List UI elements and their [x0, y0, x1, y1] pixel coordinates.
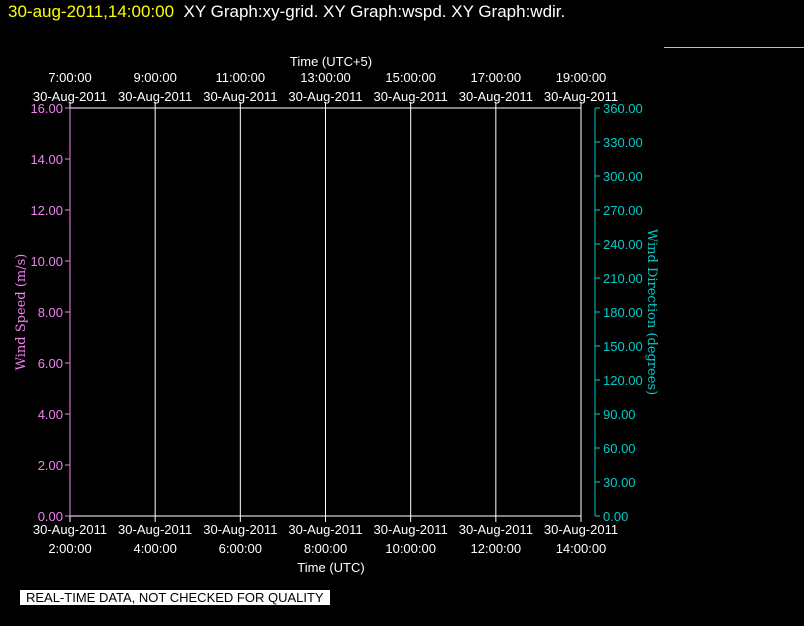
x-top-tick-time: 13:00:00 — [300, 70, 351, 85]
x-bottom-tick-time: 6:00:00 — [219, 541, 262, 556]
y-right-tick-label: 60.00 — [603, 441, 636, 456]
y-left-tick-label: 14.00 — [30, 152, 63, 167]
y-axis-right-label: Wind Direction (degrees) — [644, 229, 659, 395]
x-top-tick-date: 30-Aug-2011 — [374, 89, 448, 104]
y-right-tick-label: 300.00 — [603, 169, 643, 184]
x-top-tick-date: 30-Aug-2011 — [459, 89, 533, 104]
y-right-tick-label: 90.00 — [603, 407, 636, 422]
y-axis-left-label: Wind Speed (m/s) — [14, 254, 29, 371]
x-bottom-tick-time: 10:00:00 — [385, 541, 436, 556]
y-left-tick-label: 6.00 — [38, 356, 63, 371]
x-bottom-tick-date: 30-Aug-2011 — [33, 522, 107, 537]
y-right-tick-label: 30.00 — [603, 475, 636, 490]
y-right-tick-label: 360.00 — [603, 101, 643, 116]
x-top-tick-date: 30-Aug-2011 — [118, 89, 192, 104]
y-left-tick-label: 0.00 — [38, 509, 63, 524]
y-left-tick-label: 16.00 — [30, 101, 63, 116]
y-right-tick-label: 210.00 — [603, 271, 643, 286]
x-top-tick-time: 15:00:00 — [385, 70, 436, 85]
y-left-tick-label: 2.00 — [38, 458, 63, 473]
x-bottom-tick-time: 4:00:00 — [133, 541, 176, 556]
xy-graph: 30-Aug-2011 2:00:00 7:00:00 30-Aug-2011 30-A… — [14, 54, 659, 575]
x-top-tick-time: 17:00:00 — [471, 70, 522, 85]
tick-labels: 30-Aug-2011 2:00:00 7:00:00 30-Aug-2011 30-A… — [30, 70, 642, 556]
y-right-tick-label: 180.00 — [603, 305, 643, 320]
y-right-tick-label: 240.00 — [603, 237, 643, 252]
x-top-tick-time: 9:00:00 — [133, 70, 176, 85]
x-top-tick-time: 11:00:00 — [216, 70, 266, 85]
x-axis-bottom-label: Time (UTC) — [297, 560, 364, 575]
y-left-tick-label: 4.00 — [38, 407, 63, 422]
x-top-tick-date: 30-Aug-2011 — [203, 89, 277, 104]
grid-lines — [154, 108, 497, 516]
y-left-tick-label: 12.00 — [30, 203, 63, 218]
y-right-tick-label: 270.00 — [603, 203, 643, 218]
x-bottom-tick-time: 12:00:00 — [471, 541, 522, 556]
x-bottom-tick-date: 30-Aug-2011 — [203, 522, 277, 537]
y-left-tick-label: 10.00 — [30, 254, 63, 269]
x-bottom-tick-time: 2:00:00 — [48, 541, 91, 556]
y-left-tick-label: 8.00 — [38, 305, 63, 320]
x-axis-top-label: Time (UTC+5) — [290, 54, 372, 69]
x-top-tick-date: 30-Aug-2011 — [288, 89, 362, 104]
x-bottom-tick-date: 30-Aug-2011 — [459, 522, 533, 537]
x-top-tick-time: 19:00:00 — [556, 70, 607, 85]
quality-notice: REAL-TIME DATA, NOT CHECKED FOR QUALITY — [20, 590, 330, 605]
x-bottom-tick-date: 30-Aug-2011 — [374, 522, 448, 537]
x-bottom-tick-date: 30-Aug-2011 — [544, 522, 618, 537]
axes — [65, 102, 600, 522]
x-bottom-tick-date: 30-Aug-2011 — [118, 522, 192, 537]
x-bottom-tick-time: 8:00:00 — [304, 541, 347, 556]
x-top-tick-time: 7:00:00 — [48, 70, 91, 85]
y-right-tick-label: 330.00 — [603, 135, 643, 150]
x-bottom-tick-date: 30-Aug-2011 — [288, 522, 362, 537]
y-right-tick-label: 0.00 — [603, 509, 628, 524]
x-bottom-tick-time: 14:00:00 — [556, 541, 607, 556]
y-right-tick-label: 120.00 — [603, 373, 643, 388]
y-right-tick-label: 150.00 — [603, 339, 643, 354]
